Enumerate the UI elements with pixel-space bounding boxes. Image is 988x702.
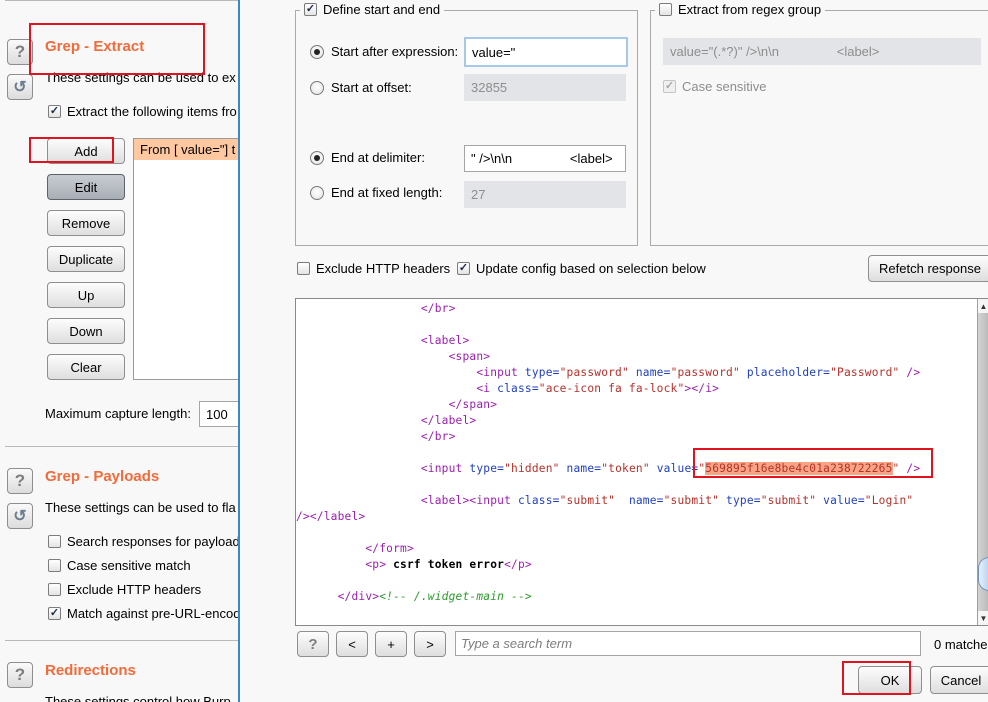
help-button[interactable]: ? [7,468,33,494]
checkbox-unchecked-icon [48,583,61,596]
match-pre-url-encoded-checkbox[interactable]: ✓ Match against pre-URL-encod [48,606,238,621]
add-button[interactable]: Add [47,138,125,164]
duplicate-button[interactable]: Duplicate [47,246,125,272]
selected-token-value[interactable]: 569895f16e8be4c01a238722265 [705,462,893,475]
start-after-expression-radio[interactable]: Start after expression: [310,44,458,59]
radio-unselected-icon [310,185,324,200]
search-input[interactable]: Type a search term [455,631,921,656]
help-icon: ? [14,42,26,61]
help-icon: ? [308,635,318,653]
end-at-fixed-length-radio[interactable]: End at fixed length: [310,185,442,200]
help-button[interactable]: ? [7,39,33,65]
settings-panel: ? ↺ Grep - Extract These settings can be… [0,0,238,702]
section-description: These settings can be used to fla [45,500,236,515]
ok-button[interactable]: OK [858,666,922,694]
scroll-up-arrow-icon[interactable]: ▲ [978,299,988,313]
help-icon: ? [14,471,26,490]
end-at-delimiter-radio[interactable]: End at delimiter: [310,150,425,165]
divider [5,0,238,1]
search-payloads-checkbox[interactable]: Search responses for payload [48,534,238,549]
section-description: These settings control how Burp [45,694,231,702]
divider [5,446,238,447]
checkbox-checked-icon: ✓ [304,3,317,16]
exclude-http-headers-checkbox[interactable]: Exclude HTTP headers [297,261,450,276]
radio-selected-icon [310,150,324,165]
exclude-headers-checkbox[interactable]: Exclude HTTP headers [48,582,201,597]
radio-selected-icon [310,44,324,59]
case-sensitive-checkbox[interactable]: ✓ Case sensitive [663,79,767,94]
help-button[interactable]: ? [7,662,33,688]
max-capture-length-label: Maximum capture length: [45,406,191,421]
checkbox-unchecked-icon [48,535,61,548]
up-button[interactable]: Up [47,282,125,308]
next-match-button[interactable]: > [414,631,446,657]
checkbox-checked-icon: ✓ [48,607,61,620]
checkbox-checked-icon: ✓ [663,80,676,93]
refetch-response-button[interactable]: Refetch response [868,255,988,282]
vertical-scrollbar[interactable]: ▲ ▼ [977,299,988,625]
define-start-end-group: ✓ Define start and end Start after expre… [295,2,638,246]
start-offset-input[interactable]: 32855 [464,74,626,101]
radio-unselected-icon [310,80,324,95]
checkbox-unchecked-icon [297,262,310,275]
fixed-length-input[interactable]: 27 [464,181,626,208]
checkbox-unchecked-icon [48,559,61,572]
divider [5,640,238,641]
start-expression-input[interactable]: value=" [464,37,628,67]
extract-items-checkbox[interactable]: ✓ Extract the following items fro [48,104,237,119]
define-start-end-checkbox[interactable]: ✓ Define start and end [300,2,445,17]
section-title-grep-payloads: Grep - Payloads [45,468,160,485]
checkbox-unchecked-icon [659,3,672,16]
section-description: These settings can be used to ex [45,70,236,85]
search-help-button[interactable]: ? [297,631,329,657]
checkbox-checked-icon: ✓ [48,105,61,118]
reset-button[interactable]: ↺ [7,74,33,100]
end-delimiter-input[interactable]: " />\n\n <label> [464,145,626,172]
match-count: 0 matches [934,637,988,652]
start-at-offset-radio[interactable]: Start at offset: [310,80,412,95]
checkbox-checked-icon: ✓ [457,262,470,275]
previous-match-button[interactable]: < [336,631,368,657]
down-button[interactable]: Down [47,318,125,344]
scrollbar-thumb[interactable] [978,557,988,591]
scroll-down-arrow-icon[interactable]: ▼ [978,611,988,625]
edit-button[interactable]: Edit [47,174,125,200]
section-title-redirections: Redirections [45,662,136,679]
case-sensitive-checkbox[interactable]: Case sensitive match [48,558,191,573]
reset-icon: ↺ [13,79,27,96]
response-code[interactable]: </br> <label> <span> <input type="passwo… [296,301,920,605]
search-options-button[interactable]: + [375,631,407,657]
extract-items-list[interactable]: From [ value="] t [133,138,238,380]
reset-button[interactable]: ↺ [7,503,33,529]
update-config-checkbox[interactable]: ✓ Update config based on selection below [457,261,706,276]
regex-input[interactable]: value="(.*?)" />\n\n <label> [663,38,981,65]
extract-regex-group-checkbox[interactable]: Extract from regex group [655,2,826,17]
list-item[interactable]: From [ value="] t [134,139,238,160]
cancel-button[interactable]: Cancel [930,666,988,694]
define-extract-item-dialog: ✓ Define start and end Start after expre… [238,0,988,702]
remove-button[interactable]: Remove [47,210,125,236]
section-title-grep-extract: Grep - Extract [45,38,145,55]
regex-group-group: Extract from regex group value="(.*?)" /… [650,2,988,246]
max-capture-length-input[interactable]: 100 [199,401,238,427]
clear-button[interactable]: Clear [47,354,125,380]
reset-icon: ↺ [13,508,27,525]
help-icon: ? [14,665,26,684]
response-viewer[interactable]: </br> <label> <span> <input type="passwo… [295,298,988,626]
